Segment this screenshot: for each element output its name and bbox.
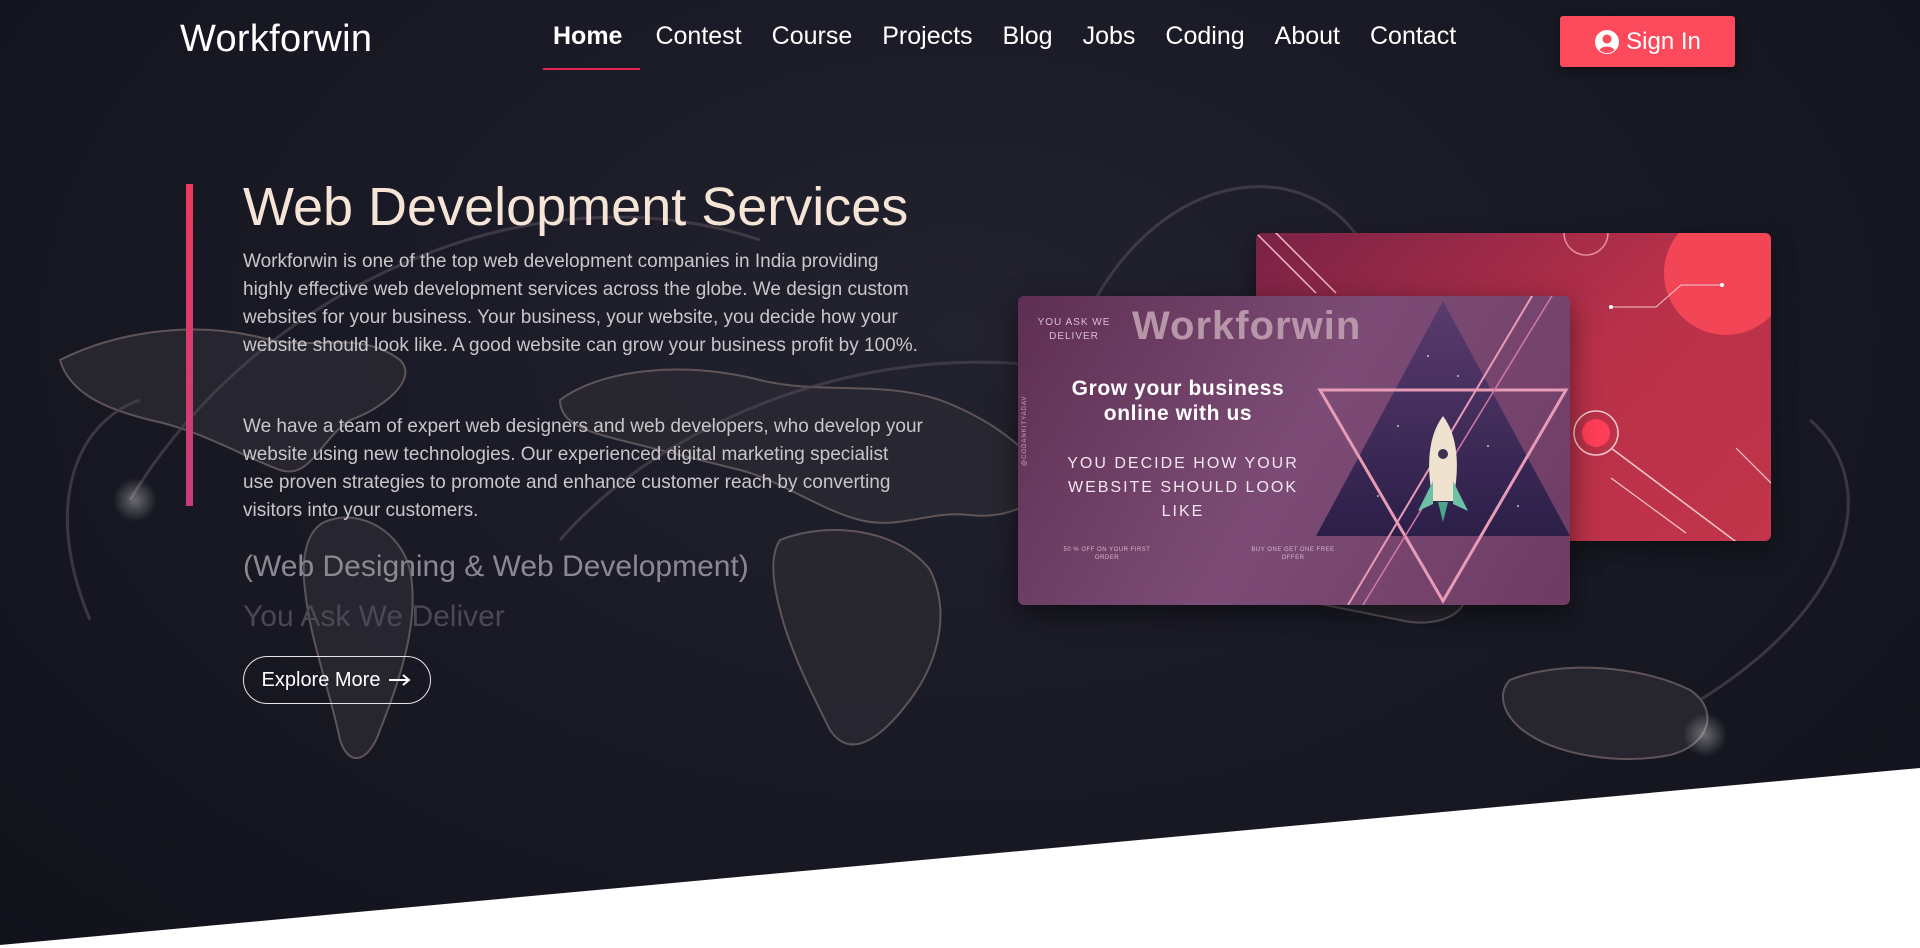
- hero-paragraph-1: Workforwin is one of the top web develop…: [243, 251, 918, 356]
- nav-item-projects[interactable]: Projects: [867, 0, 987, 72]
- sign-in-button[interactable]: Sign In: [1560, 16, 1735, 67]
- hero-tagline: You Ask We Deliver: [243, 600, 505, 633]
- user-circle-icon: [1595, 29, 1620, 54]
- hero-title: Web Development Services: [243, 177, 909, 237]
- sign-in-label: Sign In: [1626, 27, 1701, 55]
- brand-logo[interactable]: Workforwin: [180, 18, 372, 61]
- promo-card-tagline: YOU DECIDE HOW YOUR WEBSITE SHOULD LOOK …: [1067, 455, 1299, 520]
- top-navbar: Workforwin Home Contest Course Projects …: [0, 0, 1920, 80]
- accent-bar: [186, 184, 193, 506]
- arrow-right-icon: [389, 674, 412, 686]
- nav-item-contact[interactable]: Contact: [1355, 0, 1471, 72]
- nav-item-contest[interactable]: Contest: [640, 0, 756, 72]
- promo-card-offer-2: BUY ONE GET ONE FREE OFFER: [1251, 547, 1335, 561]
- nav-item-about[interactable]: About: [1260, 0, 1355, 72]
- nav-item-home[interactable]: Home: [540, 0, 641, 72]
- hero-paragraph-2: We have a team of expert web designers a…: [243, 416, 923, 521]
- main-menu: Home Contest Course Projects Blog Jobs C…: [540, 0, 1471, 72]
- promo-card-small-text: YOU ASK WE DELIVER: [1037, 317, 1111, 342]
- nav-item-course[interactable]: Course: [757, 0, 868, 72]
- promo-card-offer-1: 50 % OFF ON YOUR FIRST ORDER: [1063, 547, 1151, 561]
- nav-item-jobs[interactable]: Jobs: [1068, 0, 1151, 72]
- promo-card-front: YOU ASK WE DELIVER Workforwin Grow your …: [1018, 296, 1570, 605]
- promo-card-brand: Workforwin: [1132, 304, 1362, 348]
- nav-item-coding[interactable]: Coding: [1150, 0, 1259, 72]
- promo-card-side-text: @CODANKITYADAV: [1022, 395, 1028, 466]
- hero-subtitle: (Web Designing & Web Development): [243, 550, 749, 583]
- explore-more-label: Explore More: [261, 668, 381, 691]
- hero-section: Web Development Services Workforwin is o…: [0, 0, 1920, 945]
- explore-more-button[interactable]: Explore More: [243, 656, 431, 704]
- nav-item-blog[interactable]: Blog: [988, 0, 1068, 72]
- promo-card-headline: Grow your business online with us: [1071, 377, 1285, 425]
